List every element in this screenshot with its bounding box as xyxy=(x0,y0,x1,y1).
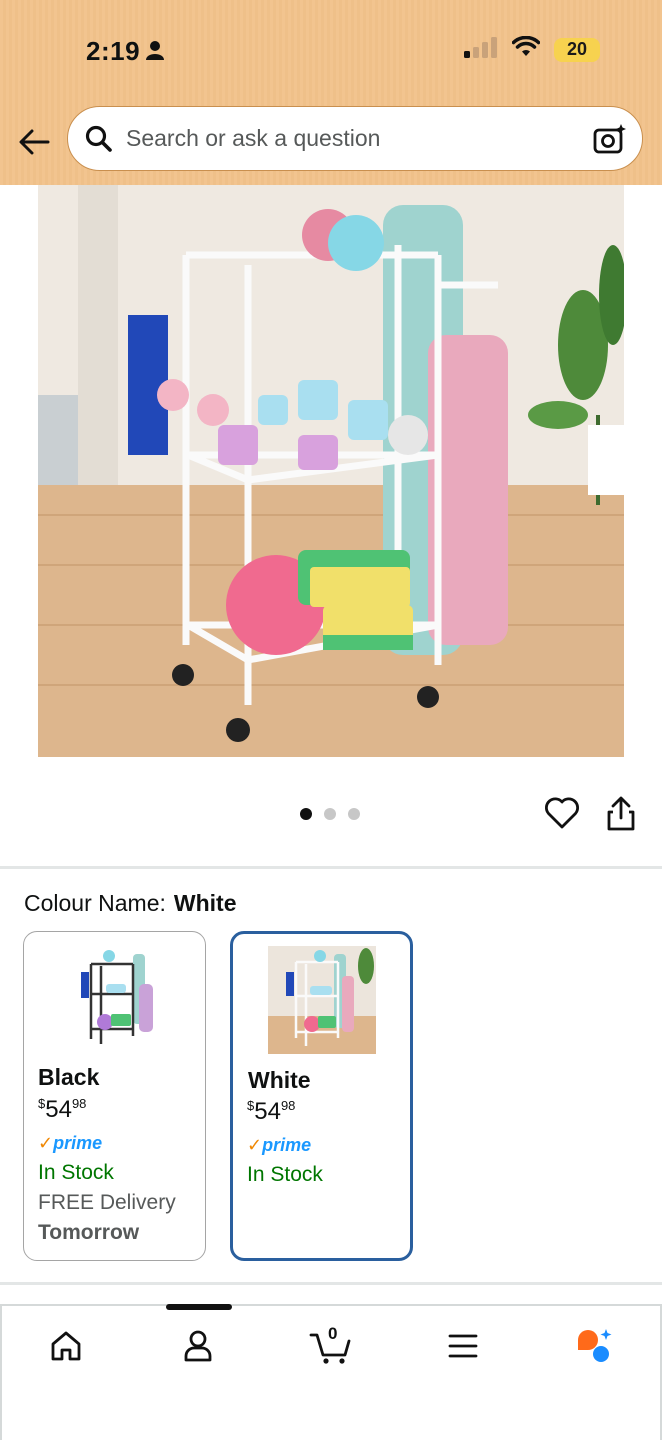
colour-label-text: Colour Name: xyxy=(24,890,166,916)
price-whole: 54 xyxy=(254,1098,281,1125)
active-tab-indicator xyxy=(166,1304,232,1310)
cart-icon[interactable]: 0 xyxy=(306,1322,356,1370)
heart-icon[interactable] xyxy=(544,796,582,834)
prime-text: prime xyxy=(262,1135,312,1155)
search-bar[interactable]: Search or ask a question xyxy=(67,106,643,171)
colour-name-label: Colour Name: White xyxy=(24,890,237,917)
status-time: 2:19 xyxy=(86,36,141,66)
wifi-icon xyxy=(511,35,541,63)
rufus-icon[interactable] xyxy=(570,1322,618,1370)
variant-name: White xyxy=(248,1067,311,1093)
prime-badge: ✓prime xyxy=(247,1135,312,1155)
search-input[interactable]: Search or ask a question xyxy=(126,125,592,152)
camera-icon[interactable] xyxy=(592,121,628,157)
battery-indicator: 20 xyxy=(554,37,600,62)
variant-thumbnail xyxy=(60,944,169,1052)
divider xyxy=(0,1282,662,1285)
divider xyxy=(0,866,662,869)
back-arrow-icon[interactable] xyxy=(14,122,54,162)
stock-status: In Stock xyxy=(247,1163,323,1186)
pagination-dot[interactable] xyxy=(300,808,312,820)
home-icon[interactable] xyxy=(42,1322,90,1370)
variant-swatch-white[interactable]: White $5498 ✓prime In Stock xyxy=(230,931,413,1261)
price-fraction: 98 xyxy=(71,1096,87,1111)
variant-name: Black xyxy=(38,1064,100,1090)
share-icon[interactable] xyxy=(606,796,640,834)
variant-thumbnail xyxy=(267,946,376,1054)
stock-status: In Stock xyxy=(38,1161,114,1184)
header: 2:19 20 Search or ask a question xyxy=(0,0,662,185)
product-image[interactable] xyxy=(38,185,624,757)
account-icon[interactable] xyxy=(174,1322,222,1370)
cart-count: 0 xyxy=(328,1324,338,1343)
variant-swatch-black[interactable]: Black $5498 ✓prime In Stock FREE Deliver… xyxy=(23,931,206,1261)
delivery-text: FREE Delivery xyxy=(38,1191,176,1214)
pagination-dot[interactable] xyxy=(348,808,360,820)
price-fraction: 98 xyxy=(280,1098,296,1113)
variant-price: $5498 xyxy=(38,1096,86,1124)
status-indicators: 20 xyxy=(464,35,600,63)
signal-icon xyxy=(464,36,498,63)
price-whole: 54 xyxy=(45,1096,72,1123)
image-pagination xyxy=(300,808,360,820)
variant-price: $5498 xyxy=(247,1098,295,1126)
delivery-day: Tomorrow xyxy=(38,1221,140,1244)
colour-selected-value: White xyxy=(173,890,237,916)
prime-badge: ✓prime xyxy=(38,1133,103,1153)
person-icon xyxy=(146,40,164,65)
prime-text: prime xyxy=(53,1133,103,1153)
search-icon[interactable] xyxy=(82,122,116,156)
pagination-dot[interactable] xyxy=(324,808,336,820)
menu-icon[interactable] xyxy=(439,1322,487,1370)
